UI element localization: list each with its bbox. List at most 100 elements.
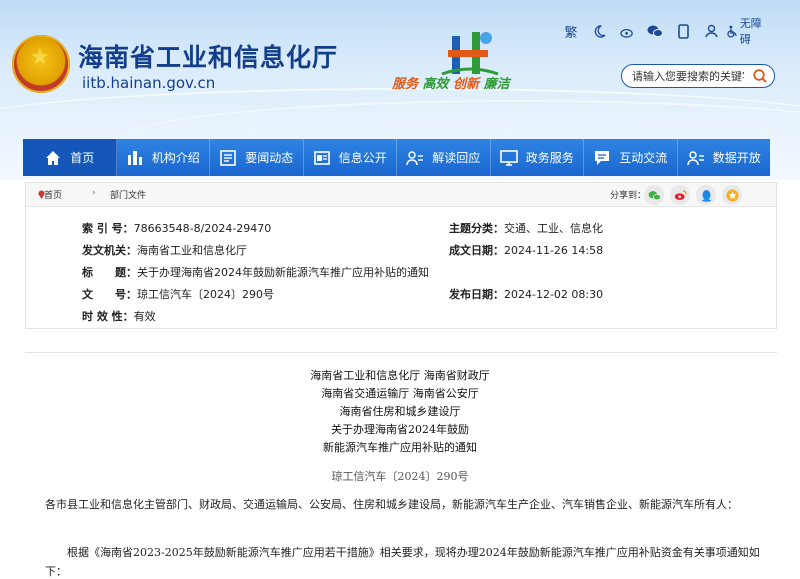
wechat-button[interactable]	[642, 21, 668, 41]
meta-value: 2024-12-02 08:30	[504, 288, 604, 301]
national-emblem-logo[interactable]: ★	[12, 35, 70, 93]
nav-item-news[interactable]: 要闻动态	[210, 139, 304, 176]
article-issuer-line: 海南省交通运输厅 海南省公安厅	[321, 387, 479, 400]
share-favorite-button[interactable]	[722, 185, 742, 205]
share-qq-button[interactable]	[696, 185, 716, 205]
meta-value: 琼工信汽车〔2024〕290号	[137, 288, 274, 301]
slogan-word: 创新	[453, 77, 480, 92]
search-icon[interactable]	[752, 68, 768, 84]
nav-item-label: 政务服务	[525, 151, 574, 165]
slogan-word: 廉洁	[483, 77, 510, 92]
nav-item-label: 首页	[70, 151, 95, 165]
meta-doc-number: 文 号：琼工信汽车〔2024〕290号	[82, 286, 274, 302]
wheelchair-icon	[727, 25, 737, 38]
user-icon	[704, 24, 718, 38]
main-nav: 首页 机构介绍 要闻动态 信息公开 解读回应 政务服务 互动交流 数据开放	[23, 139, 770, 176]
breadcrumb-separator: ›	[92, 188, 96, 198]
breadcrumb-home-link[interactable]: 首页	[44, 188, 62, 201]
accessibility-label: 无障碍	[739, 17, 762, 46]
meta-value: 关于办理海南省2024年鼓励新能源汽车推广应用补贴的通知	[137, 266, 429, 279]
accessibility-button[interactable]: 无障碍	[726, 17, 772, 46]
meta-key: 成文日期：	[449, 244, 504, 257]
people-icon	[406, 150, 424, 165]
site-title[interactable]: 海南省工业和信息化厅	[78, 38, 338, 74]
meta-value: 交通、工业、信息化	[504, 222, 603, 235]
chat-icon	[595, 150, 610, 165]
section-divider	[25, 352, 777, 353]
article-issuer-line: 海南省工业和信息化厅 海南省财政厅	[310, 369, 490, 382]
article-title-line: 新能源汽车推广应用补贴的通知	[323, 441, 477, 454]
building-icon	[127, 150, 142, 165]
slogan-word: 高效	[422, 77, 449, 92]
article-paragraph: 根据《海南省2023-2025年鼓励新能源汽车推广应用若干措施》相关要求，现将办…	[45, 546, 760, 578]
document-icon	[313, 150, 330, 165]
nav-item-interaction[interactable]: 互动交流	[584, 139, 678, 176]
slogan: 服务 高效 创新 廉洁	[392, 73, 510, 92]
weibo-button[interactable]	[614, 21, 640, 41]
meta-value: 海南省工业和信息化厅	[137, 244, 247, 257]
weibo-icon	[674, 190, 687, 200]
nav-item-label: 数据开放	[712, 151, 761, 165]
wechat-icon	[647, 25, 663, 37]
nav-item-disclosure[interactable]: 信息公开	[304, 139, 397, 176]
data-icon	[686, 150, 704, 165]
meta-key: 标 题：	[82, 266, 137, 279]
nav-item-home[interactable]: 首页	[23, 139, 117, 176]
meta-value: 78663548-8/2024-29470	[133, 222, 272, 235]
header-toolbar: 繁 无障碍	[556, 17, 772, 46]
nav-item-interpretation[interactable]: 解读回应	[397, 139, 491, 176]
meta-value: 有效	[133, 310, 156, 323]
nav-item-label: 要闻动态	[245, 151, 294, 165]
meta-index-number: 索 引 号：78663548-8/2024-29470	[82, 220, 271, 236]
meta-key: 发布日期：	[449, 288, 504, 301]
mobile-button[interactable]	[670, 21, 696, 41]
nav-item-open-data[interactable]: 数据开放	[678, 139, 771, 176]
article-issuer-line: 海南省住房和城乡建设厅	[339, 405, 461, 418]
meta-title: 标 题：关于办理海南省2024年鼓励新能源汽车推广应用补贴的通知	[82, 264, 429, 280]
wechat-icon	[648, 190, 661, 200]
nav-item-organization[interactable]: 机构介绍	[117, 139, 210, 176]
article-paragraph: 各市县工业和信息化主管部门、财政局、交通运输局、公安局、住房和城乡建设局，新能源…	[45, 498, 738, 511]
share-weibo-button[interactable]	[670, 185, 690, 205]
breadcrumb-current-link[interactable]: 部门文件	[110, 188, 146, 201]
news-icon	[220, 149, 237, 166]
night-mode-button[interactable]	[586, 21, 612, 41]
search-input[interactable]	[632, 68, 744, 84]
article-doc-number: 琼工信汽车〔2024〕290号	[331, 470, 469, 483]
article-title-line: 关于办理海南省2024年鼓励	[331, 423, 469, 436]
nav-item-label: 信息公开	[338, 151, 387, 165]
meta-value: 2024-11-26 14:58	[504, 244, 604, 257]
traditional-chinese-button[interactable]: 繁	[558, 21, 584, 41]
site-header: ★ 海南省工业和信息化厅 iitb.hainan.gov.cn 服务 高效 创新…	[0, 0, 800, 180]
meta-published-date: 发布日期：2024-12-02 08:30	[449, 286, 603, 302]
nav-item-label: 机构介绍	[151, 151, 200, 165]
meta-created-date: 成文日期：2024-11-26 14:58	[449, 242, 603, 258]
nav-item-label: 解读回应	[432, 151, 481, 165]
meta-key: 文 号：	[82, 288, 137, 301]
meta-key: 时 效 性：	[82, 310, 134, 323]
star-icon	[725, 188, 739, 202]
home-icon	[46, 150, 61, 165]
share-label: 分享到：	[610, 191, 647, 201]
nav-item-services[interactable]: 政务服务	[491, 139, 584, 176]
search-box[interactable]	[621, 64, 775, 88]
slogan-word: 服务	[392, 77, 419, 92]
meta-key: 发文机关：	[82, 244, 137, 257]
share-wechat-button[interactable]	[644, 185, 664, 205]
meta-key: 主题分类：	[449, 222, 504, 235]
phone-icon	[677, 23, 689, 39]
meta-key: 索 引 号：	[82, 222, 134, 235]
breadcrumb: 首页 › 部门文件 分享到：	[26, 183, 776, 207]
document-info-card: 首页 › 部门文件 分享到： 索 引 号：78663548-8/2024-294…	[25, 182, 777, 329]
site-domain: iitb.hainan.gov.cn	[82, 74, 216, 92]
meta-topic: 主题分类：交通、工业、信息化	[449, 220, 603, 236]
moon-icon	[594, 24, 606, 38]
user-login-button[interactable]	[698, 21, 724, 41]
meta-issuer: 发文机关：海南省工业和信息化厅	[82, 242, 247, 258]
meta-validity: 时 效 性：有效	[82, 308, 156, 324]
monitor-icon	[499, 149, 518, 166]
star-icon: ★	[30, 45, 50, 70]
qq-icon	[701, 189, 711, 202]
nav-item-label: 互动交流	[619, 151, 668, 165]
weibo-icon	[619, 28, 633, 38]
